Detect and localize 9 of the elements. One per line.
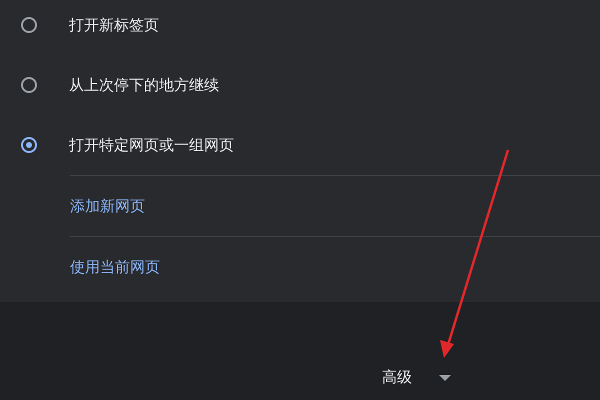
option-label: 打开特定网页或一组网页 — [69, 136, 234, 154]
option-label: 从上次停下的地方继续 — [69, 76, 219, 94]
page-link[interactable]: 使用当前网页 — [70, 258, 160, 276]
radio-button[interactable] — [21, 77, 37, 93]
advanced-button[interactable]: 高级 — [372, 362, 461, 393]
radio-button[interactable] — [21, 137, 37, 153]
page-link[interactable]: 添加新网页 — [70, 196, 145, 216]
option-label: 打开新标签页 — [69, 16, 159, 34]
radio-button[interactable] — [21, 17, 37, 33]
